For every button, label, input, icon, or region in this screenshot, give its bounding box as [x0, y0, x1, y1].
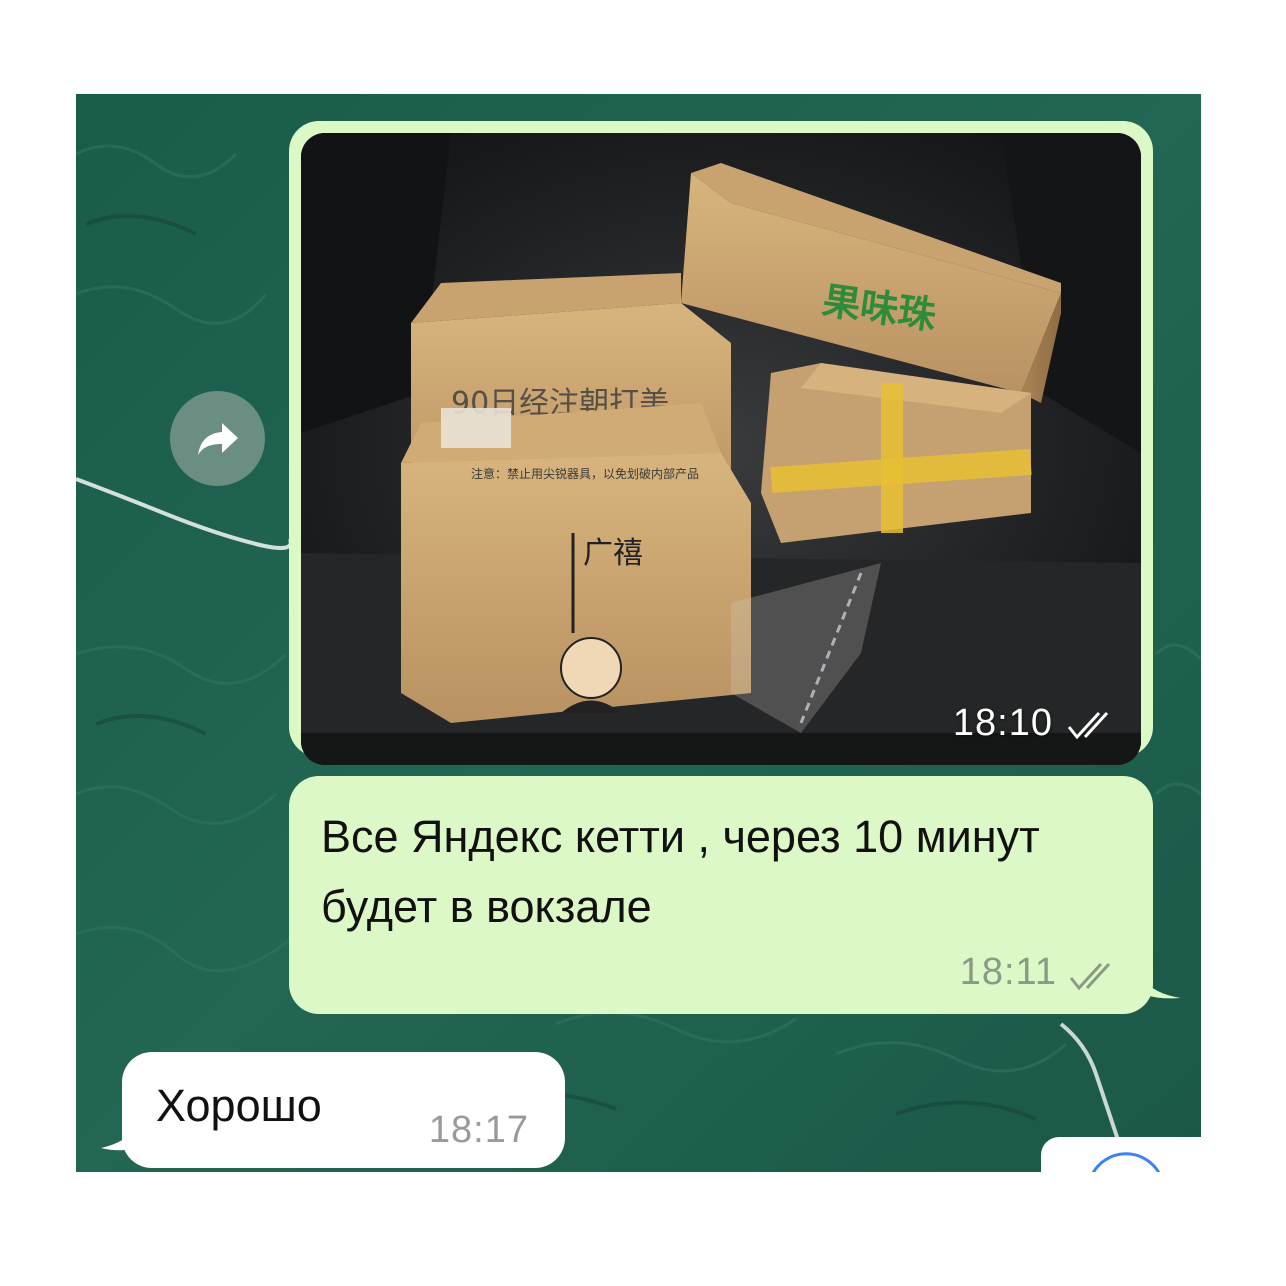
photo-message-bubble[interactable]: 90日经注朝打美 注意：禁止用尖锐器具，以免划破内部产品 广禧 果味珠 18:1… — [289, 121, 1153, 765]
double-check-icon — [1067, 711, 1109, 740]
circle-icon — [1091, 1152, 1161, 1172]
message-text: Хорошо — [156, 1080, 322, 1131]
message-photo[interactable]: 90日经注朝打美 注意：禁止用尖锐器具，以免划破内部产品 广禧 果味珠 18:1… — [301, 133, 1141, 765]
incoming-text-message[interactable]: Хорошо 18:17 — [122, 1052, 565, 1168]
chat-area: 90日经注朝打美 注意：禁止用尖锐器具，以免划破内部产品 广禧 果味珠 18:1… — [76, 94, 1201, 1172]
photo-image: 90日经注朝打美 注意：禁止用尖锐器具，以免划破内部产品 广禧 果味珠 — [301, 133, 1141, 765]
bubble-tail — [1136, 962, 1181, 999]
forward-button[interactable] — [170, 391, 265, 486]
double-check-icon — [1069, 962, 1111, 991]
message-text: Все Яндекс кетти , через 10 минут будет … — [321, 811, 1040, 932]
forward-arrow-icon — [197, 422, 238, 455]
svg-text:注意：禁止用尖锐器具，以免划破内部产品: 注意：禁止用尖锐器具，以免划破内部产品 — [471, 466, 699, 481]
scroll-down-button[interactable] — [1041, 1137, 1201, 1172]
message-time: 18:11 — [959, 951, 1057, 993]
message-time: 18:17 — [428, 1109, 529, 1151]
box-front-label: 广禧 — [583, 536, 643, 571]
photo-time: 18:10 — [952, 702, 1053, 744]
outgoing-text-message[interactable]: Все Яндекс кетти , через 10 минут будет … — [289, 776, 1153, 1014]
